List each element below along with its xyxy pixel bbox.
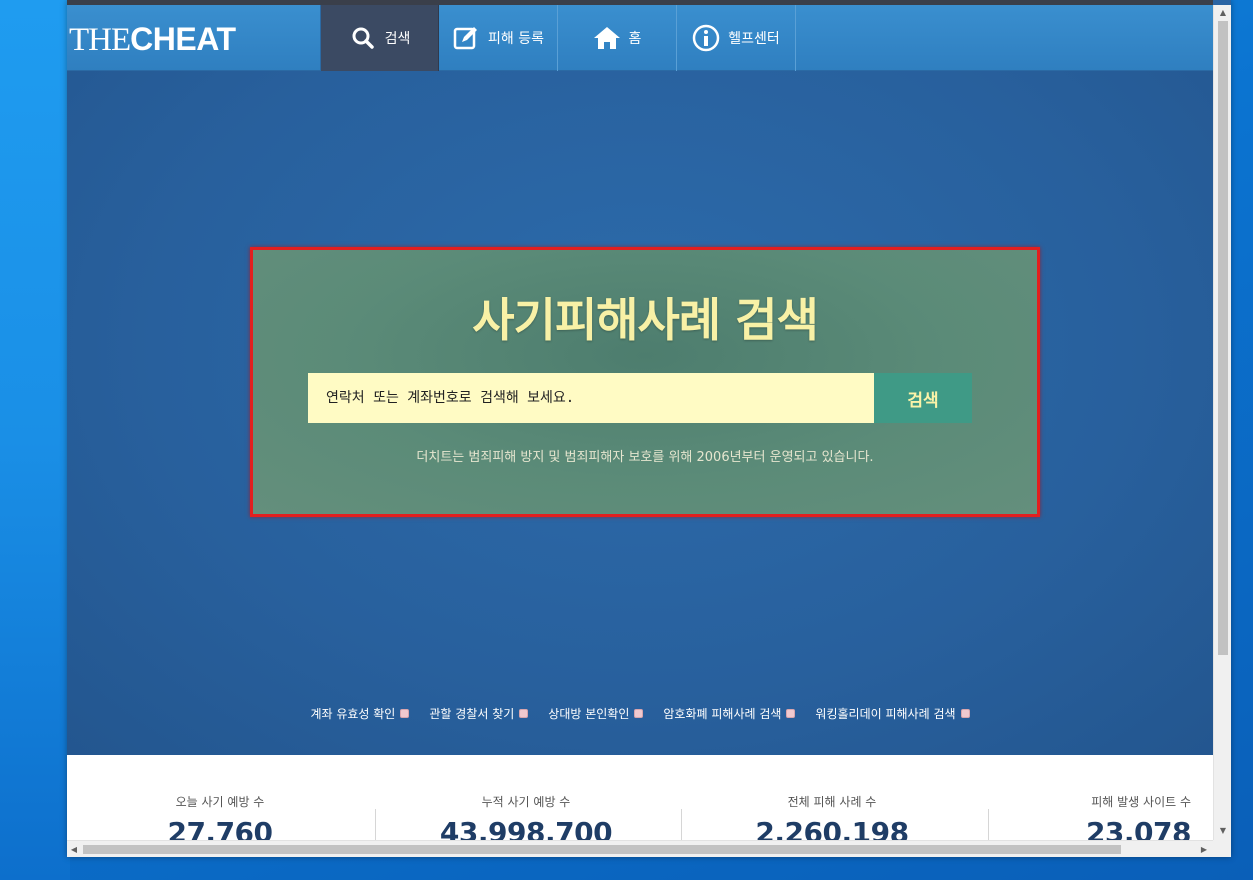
- stat-value: 27,760: [167, 816, 273, 840]
- site-header: THECHEAT 검색 피해 등록 홈 헬프센터: [67, 5, 1213, 71]
- hero-section: 사기피해사례 검색 검색 더치트는 범죄피해 방지 및 범죄피해자 보호를 위해…: [67, 71, 1213, 755]
- external-link-icon: [400, 709, 410, 718]
- stat-label: 오늘 사기 예방 수: [175, 795, 265, 809]
- quick-link-crypto-search[interactable]: 암호화폐 피해사례 검색: [663, 705, 796, 722]
- logo-thin-text: THE: [69, 22, 131, 58]
- search-icon: [349, 24, 377, 52]
- stat-label: 전체 피해 사례 수: [787, 795, 877, 809]
- search-button[interactable]: 검색: [874, 373, 972, 423]
- external-link-icon: [960, 709, 970, 718]
- quick-link-label: 워킹홀리데이 피해사례 검색: [815, 707, 956, 721]
- stat-fraud-sites: 피해 발생 사이트 수 23,078: [985, 793, 1213, 840]
- desktop-background: [0, 0, 70, 880]
- stat-value: 2,260,198: [755, 816, 909, 840]
- nav-item-label: 검색: [384, 31, 411, 47]
- stat-value: 23,078: [1085, 816, 1192, 840]
- page-viewport: THECHEAT 검색 피해 등록 홈 헬프센터 사기피해사례 검색 연락처 또…: [67, 5, 1213, 840]
- quick-links: 계좌 유효성 확인 관할 경찰서 찾기 상대방 본인확인 암호화폐 피해사례 검…: [67, 705, 1213, 722]
- stats-bar: 오늘 사기 예방 수 27,760 누적 사기 예방 수 43,998,700 …: [67, 755, 1213, 840]
- vertical-scrollbar[interactable]: ▲ ▼: [1213, 5, 1231, 840]
- scroll-up-arrow-icon[interactable]: ▲: [1214, 5, 1231, 19]
- site-logo[interactable]: THECHEAT: [69, 19, 236, 59]
- nav-item-home[interactable]: 홈: [558, 5, 677, 71]
- quick-link-label: 암호화폐 피해사례 검색: [663, 707, 782, 721]
- search-title: 사기피해사례 검색: [472, 293, 819, 347]
- stat-total-prevention: 누적 사기 예방 수 43,998,700: [373, 793, 679, 840]
- search-subtitle: 더치트는 범죄피해 방지 및 범죄피해자 보호를 위해 2006년부터 운영되고…: [416, 450, 874, 465]
- quick-link-working-holiday-search[interactable]: 워킹홀리데이 피해사례 검색: [815, 705, 970, 722]
- quick-link-account-check[interactable]: 계좌 유효성 확인: [310, 705, 410, 722]
- quick-link-label: 계좌 유효성 확인: [310, 707, 396, 721]
- stat-today-prevention: 오늘 사기 예방 수 27,760: [67, 793, 373, 840]
- scroll-right-arrow-icon[interactable]: ▶: [1197, 841, 1211, 857]
- search-input[interactable]: [308, 373, 874, 423]
- stat-label: 누적 사기 예방 수: [481, 795, 571, 809]
- scroll-left-arrow-icon[interactable]: ◀: [67, 841, 81, 857]
- stat-total-cases: 전체 피해 사례 수 2,260,198: [679, 793, 985, 840]
- info-icon: [692, 24, 720, 52]
- search-panel: 사기피해사례 검색 검색 더치트는 범죄피해 방지 및 범죄피해자 보호를 위해…: [250, 247, 1040, 517]
- vertical-scroll-thumb[interactable]: [1218, 21, 1228, 655]
- quick-link-label: 관할 경찰서 찾기: [429, 707, 515, 721]
- browser-window: THECHEAT 검색 피해 등록 홈 헬프센터 사기피해사례 검색 연락처 또…: [67, 0, 1231, 857]
- nav-item-register[interactable]: 피해 등록: [439, 5, 558, 71]
- nav-item-help[interactable]: 헬프센터: [677, 5, 796, 71]
- quick-link-police-station[interactable]: 관할 경찰서 찾기: [429, 705, 529, 722]
- quick-link-identity-check[interactable]: 상대방 본인확인: [548, 705, 644, 722]
- home-icon: [593, 24, 621, 52]
- external-link-icon: [634, 709, 644, 718]
- scrollbar-corner: [1213, 840, 1231, 857]
- nav-item-label: 홈: [628, 31, 642, 47]
- main-nav: 검색 피해 등록 홈 헬프센터: [320, 5, 796, 71]
- stat-value: 43,998,700: [439, 816, 613, 840]
- nav-item-search[interactable]: 검색: [320, 5, 439, 71]
- horizontal-scrollbar[interactable]: ◀ ▶: [67, 840, 1213, 857]
- nav-item-label: 헬프센터: [728, 31, 780, 47]
- logo-bold-text: CHEAT: [130, 21, 236, 57]
- quick-link-label: 상대방 본인확인: [548, 707, 630, 721]
- stat-label: 피해 발생 사이트 수: [1091, 795, 1191, 809]
- external-link-icon: [519, 709, 529, 718]
- horizontal-scroll-thumb[interactable]: [83, 845, 1121, 854]
- edit-icon: [452, 24, 480, 52]
- external-link-icon: [786, 709, 796, 718]
- scroll-down-arrow-icon[interactable]: ▼: [1214, 823, 1231, 837]
- nav-item-label: 피해 등록: [488, 31, 544, 47]
